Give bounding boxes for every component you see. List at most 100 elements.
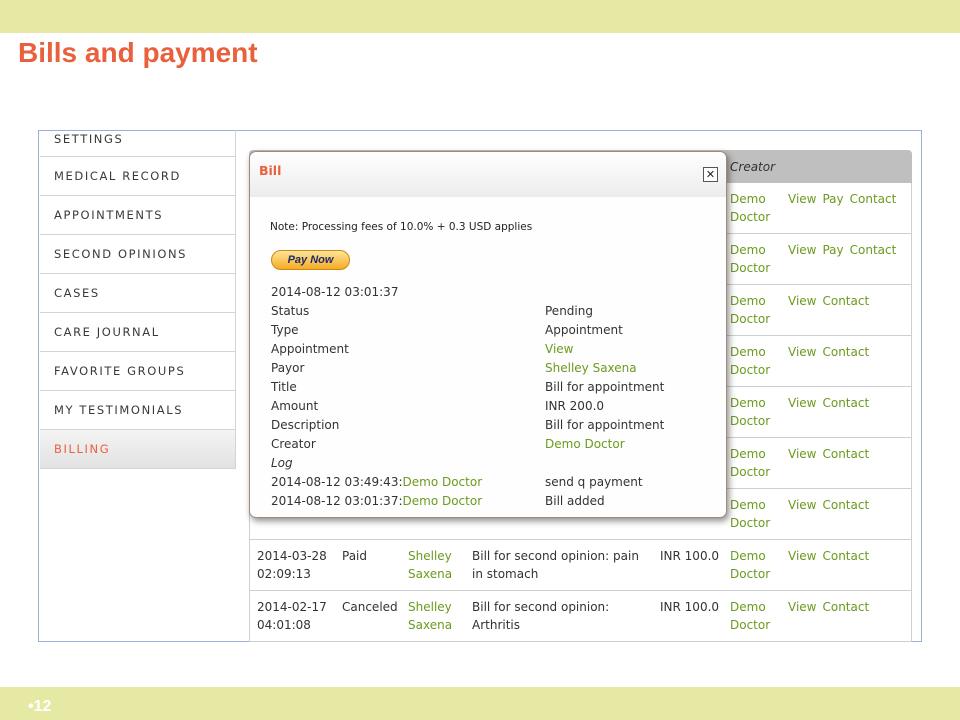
sidebar-item-care-journal[interactable]: CARE JOURNAL bbox=[40, 313, 236, 352]
cell-creator-line[interactable]: Demo bbox=[730, 294, 766, 308]
cell-creator-line[interactable]: Doctor bbox=[730, 210, 770, 224]
bottom-band bbox=[0, 687, 960, 720]
bill-timestamp: 2014-08-12 03:01:37 bbox=[271, 285, 399, 299]
cell-creator[interactable]: Demo Doctor bbox=[730, 598, 780, 634]
creator-link[interactable]: Demo Doctor bbox=[545, 435, 625, 454]
contact-link[interactable]: Contact bbox=[822, 498, 869, 512]
cell-actions: View Contact bbox=[788, 394, 875, 412]
log-row: 2014-08-12 03:01:37:Demo Doctor Bill add… bbox=[271, 492, 711, 511]
cell-creator-line[interactable]: Doctor bbox=[730, 312, 770, 326]
cell-creator-line[interactable]: Doctor bbox=[730, 363, 770, 377]
detail-label: Status bbox=[271, 304, 310, 318]
log-row: 2014-08-12 03:49:43:Demo Doctor send q p… bbox=[271, 473, 711, 492]
cell-creator[interactable]: Demo Doctor bbox=[730, 547, 780, 583]
cell-title-line: Arthritis bbox=[472, 618, 521, 632]
cell-amount: INR 100.0 bbox=[660, 598, 719, 616]
cell-title-line: Bill for second opinion: pain bbox=[472, 549, 639, 563]
cell-creator-line[interactable]: Demo bbox=[730, 345, 766, 359]
cell-date: 2014-03-28 02:09:13 bbox=[257, 547, 337, 583]
view-link[interactable]: View bbox=[788, 345, 816, 359]
sidebar-item-billing[interactable]: BILLING bbox=[40, 430, 236, 469]
cell-payor[interactable]: Shelley Saxena bbox=[408, 547, 466, 583]
pay-link[interactable]: Pay bbox=[822, 243, 843, 257]
sidebar-item-my-testimonials[interactable]: MY TESTIMONIALS bbox=[40, 391, 236, 430]
view-link[interactable]: View bbox=[788, 447, 816, 461]
pay-now-button[interactable]: Pay Now bbox=[271, 250, 350, 270]
bill-modal: Bill ✕ Note: Processing fees of 10.0% + … bbox=[249, 151, 727, 518]
sidebar: SETTINGS MEDICAL RECORD APPOINTMENTS SEC… bbox=[40, 130, 236, 469]
detail-label: Payor bbox=[271, 361, 305, 375]
detail-row: Title Bill for appointment bbox=[271, 378, 711, 397]
cell-creator-line[interactable]: Demo bbox=[730, 447, 766, 461]
cell-creator-line[interactable]: Demo bbox=[730, 243, 766, 257]
sidebar-item-favorite-groups[interactable]: FAVORITE GROUPS bbox=[40, 352, 236, 391]
close-icon[interactable]: ✕ bbox=[703, 167, 718, 182]
cell-creator-line[interactable]: Doctor bbox=[730, 618, 770, 632]
cell-payor-line[interactable]: Saxena bbox=[408, 618, 452, 632]
detail-label: Amount bbox=[271, 399, 319, 413]
view-link[interactable]: View bbox=[788, 396, 816, 410]
cell-creator[interactable]: Demo Doctor bbox=[730, 292, 780, 328]
detail-row: Type Appointment bbox=[271, 321, 711, 340]
payor-link[interactable]: Shelley Saxena bbox=[545, 359, 637, 378]
view-link[interactable]: View bbox=[788, 294, 816, 308]
cell-actions: View Pay Contact bbox=[788, 190, 902, 208]
modal-header: Bill ✕ bbox=[250, 152, 726, 197]
detail-row: Creator Demo Doctor bbox=[271, 435, 711, 454]
detail-row: Appointment View bbox=[271, 340, 711, 359]
view-link[interactable]: View bbox=[788, 549, 816, 563]
cell-payor-line[interactable]: Shelley bbox=[408, 600, 452, 614]
detail-value: Appointment bbox=[545, 323, 623, 337]
log-user-link[interactable]: Demo Doctor bbox=[403, 494, 483, 508]
cell-creator-line[interactable]: Doctor bbox=[730, 465, 770, 479]
view-link[interactable]: View bbox=[788, 600, 816, 614]
contact-link[interactable]: Contact bbox=[850, 243, 897, 257]
cell-status: Canceled bbox=[342, 598, 398, 616]
cell-actions: View Contact bbox=[788, 292, 875, 310]
cell-creator-line[interactable]: Doctor bbox=[730, 261, 770, 275]
view-link[interactable]: View bbox=[788, 243, 816, 257]
cell-creator-line[interactable]: Demo bbox=[730, 498, 766, 512]
cell-payor-line[interactable]: Saxena bbox=[408, 567, 452, 581]
cell-payor[interactable]: Shelley Saxena bbox=[408, 598, 466, 634]
cell-creator-line[interactable]: Doctor bbox=[730, 567, 770, 581]
cell-creator-line[interactable]: Demo bbox=[730, 549, 766, 563]
sidebar-item-settings[interactable]: SETTINGS bbox=[40, 130, 236, 157]
pay-link[interactable]: Pay bbox=[822, 192, 843, 206]
detail-value: Bill for appointment bbox=[545, 418, 665, 432]
sidebar-item-medical-record[interactable]: MEDICAL RECORD bbox=[40, 157, 236, 196]
contact-link[interactable]: Contact bbox=[822, 447, 869, 461]
contact-link[interactable]: Contact bbox=[822, 396, 869, 410]
cell-creator[interactable]: Demo Doctor bbox=[730, 190, 780, 226]
cell-payor-line[interactable]: Shelley bbox=[408, 549, 452, 563]
contact-link[interactable]: Contact bbox=[850, 192, 897, 206]
log-action: send q payment bbox=[545, 475, 643, 489]
cell-amount-line: INR 100.0 bbox=[660, 600, 720, 614]
cell-creator-line[interactable]: Demo bbox=[730, 396, 766, 410]
log-user-link[interactable]: Demo Doctor bbox=[403, 475, 483, 489]
cell-creator[interactable]: Demo Doctor bbox=[730, 241, 780, 277]
view-link[interactable]: View bbox=[788, 192, 816, 206]
log-entry: 2014-08-12 03:01:37:Demo Doctor bbox=[271, 492, 482, 511]
cell-date: 2014-02-17 04:01:08 bbox=[257, 598, 337, 634]
cell-creator[interactable]: Demo Doctor bbox=[730, 496, 780, 532]
appointment-view-link[interactable]: View bbox=[545, 340, 573, 359]
sidebar-item-cases[interactable]: CASES bbox=[40, 274, 236, 313]
sidebar-item-appointments[interactable]: APPOINTMENTS bbox=[40, 196, 236, 235]
detail-value: INR 200.0 bbox=[545, 399, 605, 413]
cell-creator-line[interactable]: Demo bbox=[730, 192, 766, 206]
cell-creator[interactable]: Demo Doctor bbox=[730, 394, 780, 430]
cell-creator-line[interactable]: Demo bbox=[730, 600, 766, 614]
contact-link[interactable]: Contact bbox=[822, 549, 869, 563]
cell-creator[interactable]: Demo Doctor bbox=[730, 343, 780, 379]
contact-link[interactable]: Contact bbox=[822, 600, 869, 614]
sidebar-item-second-opinions[interactable]: SECOND OPINIONS bbox=[40, 235, 236, 274]
cell-creator[interactable]: Demo Doctor bbox=[730, 445, 780, 481]
cell-creator-line[interactable]: Doctor bbox=[730, 414, 770, 428]
modal-title: Bill bbox=[259, 163, 282, 178]
contact-link[interactable]: Contact bbox=[822, 345, 869, 359]
contact-link[interactable]: Contact bbox=[822, 294, 869, 308]
cell-creator-line[interactable]: Doctor bbox=[730, 516, 770, 530]
log-heading: Log bbox=[271, 456, 293, 470]
view-link[interactable]: View bbox=[788, 498, 816, 512]
